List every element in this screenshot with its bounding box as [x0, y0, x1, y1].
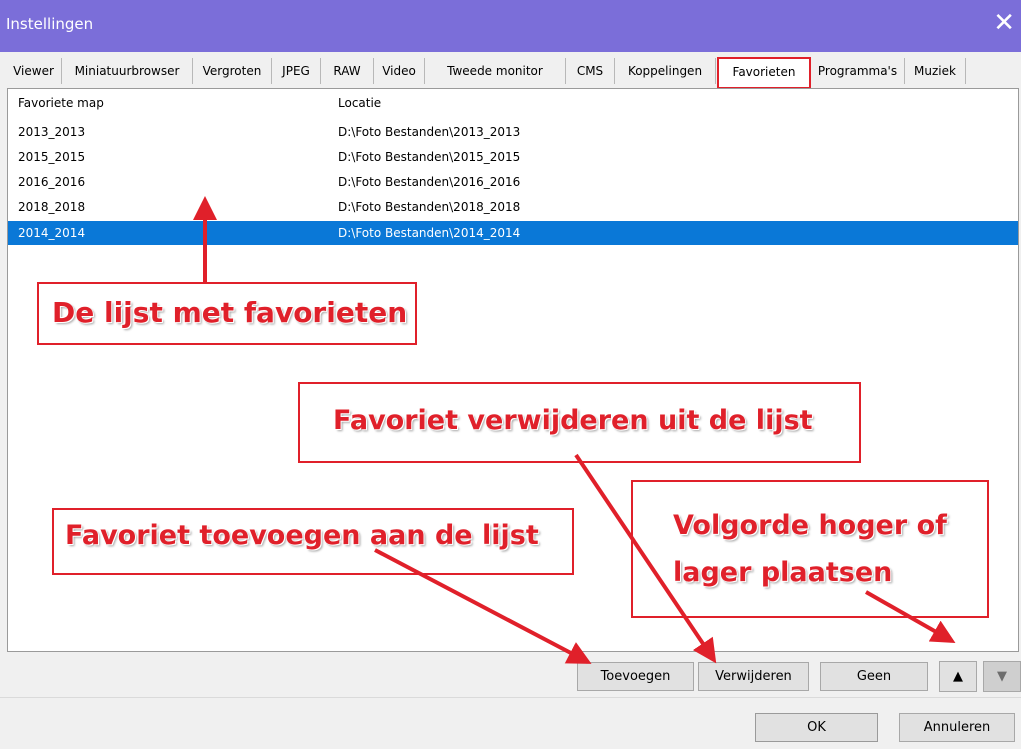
tab-miniatuurbrowser[interactable]: Miniatuurbrowser [62, 58, 193, 84]
list-item-name: 2016_2016 [18, 175, 86, 189]
close-icon[interactable]: ✕ [993, 9, 1015, 37]
tab-jpeg[interactable]: JPEG [272, 58, 321, 84]
column-header-favoriete-map[interactable]: Favoriete map [18, 96, 104, 110]
annotation-text-order-line2: lager plaatsen [673, 557, 893, 588]
list-item-name: 2018_2018 [18, 200, 86, 214]
move-up-button[interactable]: ▲ [939, 661, 977, 692]
tab-favorieten[interactable]: Favorieten [717, 57, 811, 89]
remove-button[interactable]: Verwijderen [698, 662, 809, 691]
list-item-name: 2015_2015 [18, 150, 86, 164]
tab-vergroten[interactable]: Vergroten [193, 58, 272, 84]
cancel-button[interactable]: Annuleren [899, 713, 1015, 742]
ok-button[interactable]: OK [755, 713, 878, 742]
list-item[interactable]: 2013_2013 D:\Foto Bestanden\2013_2013 [8, 120, 1018, 144]
list-item-selected[interactable]: 2014_2014 D:\Foto Bestanden\2014_2014 [8, 221, 1018, 245]
list-item-path: D:\Foto Bestanden\2016_2016 [338, 175, 521, 189]
annotation-text-remove: Favoriet verwijderen uit de lijst [333, 405, 813, 436]
tab-raw[interactable]: RAW [321, 58, 374, 84]
tab-koppelingen[interactable]: Koppelingen [615, 58, 716, 84]
tab-tweede-monitor[interactable]: Tweede monitor [425, 58, 566, 84]
annotation-text-order-line1: Volgorde hoger of [673, 510, 947, 541]
list-item-path: D:\Foto Bestanden\2013_2013 [338, 125, 521, 139]
tab-muziek[interactable]: Muziek [905, 58, 966, 84]
none-button[interactable]: Geen [820, 662, 928, 691]
annotation-text-list: De lijst met favorieten [52, 296, 408, 329]
column-header-locatie[interactable]: Locatie [338, 96, 381, 110]
list-item-name: 2013_2013 [18, 125, 86, 139]
list-item[interactable]: 2016_2016 D:\Foto Bestanden\2016_2016 [8, 170, 1018, 194]
annotation-text-add: Favoriet toevoegen aan de lijst [65, 520, 539, 551]
arrow-up-icon: ▲ [953, 669, 963, 684]
list-item-path: D:\Foto Bestanden\2014_2014 [338, 226, 521, 240]
title-bar: Instellingen ✕ [0, 0, 1021, 52]
list-item-path: D:\Foto Bestanden\2018_2018 [338, 200, 521, 214]
tab-cms[interactable]: CMS [566, 58, 615, 84]
tab-video[interactable]: Video [374, 58, 425, 84]
divider [0, 697, 1021, 698]
annotation-box-order [631, 480, 989, 618]
arrow-down-icon: ▼ [997, 669, 1007, 684]
list-item-path: D:\Foto Bestanden\2015_2015 [338, 150, 521, 164]
tab-viewer[interactable]: Viewer [6, 58, 62, 84]
list-item-name: 2014_2014 [18, 226, 86, 240]
tab-programmas[interactable]: Programma's [811, 58, 905, 84]
list-item[interactable]: 2015_2015 D:\Foto Bestanden\2015_2015 [8, 145, 1018, 169]
add-button[interactable]: Toevoegen [577, 662, 694, 691]
window-title: Instellingen [6, 15, 94, 33]
list-item[interactable]: 2018_2018 D:\Foto Bestanden\2018_2018 [8, 195, 1018, 219]
move-down-button[interactable]: ▼ [983, 661, 1021, 692]
